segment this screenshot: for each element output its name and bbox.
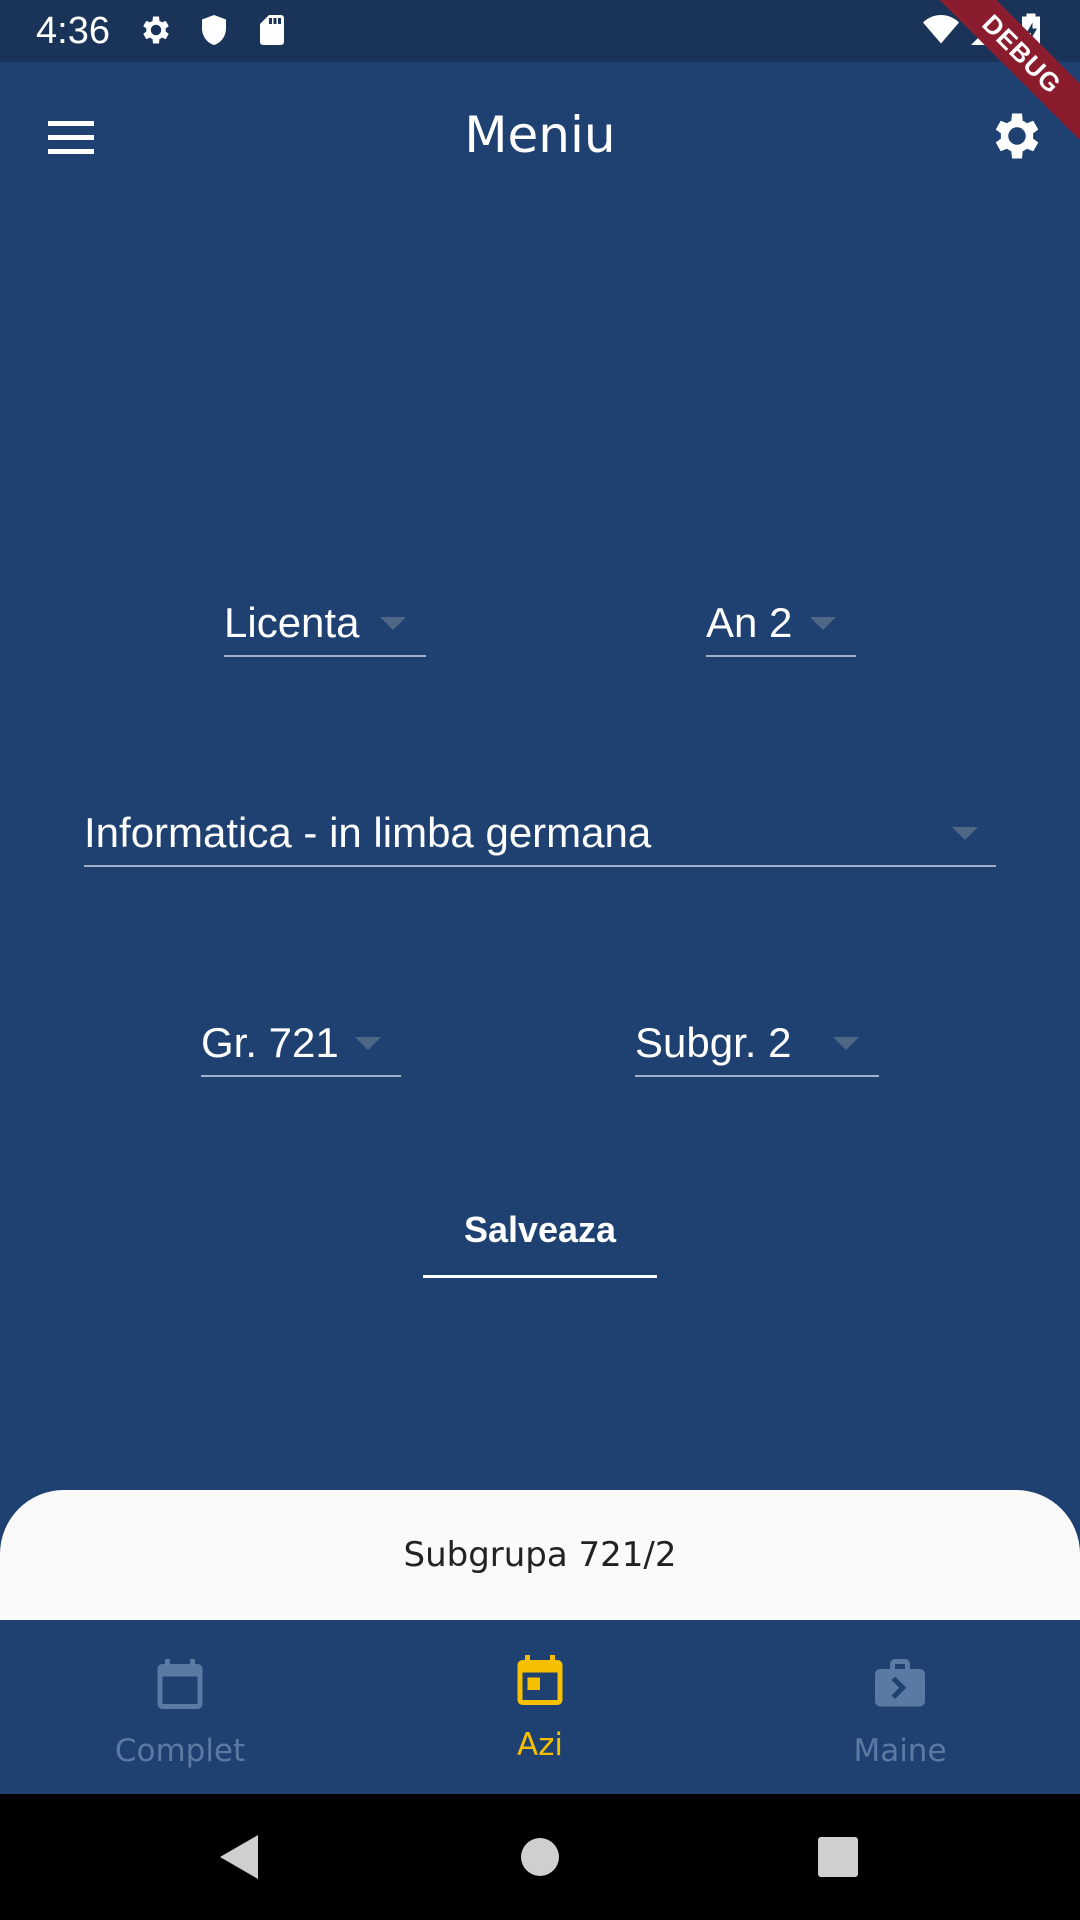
specialization-dropdown-value: Informatica - in limba germana: [84, 809, 652, 856]
briefcase-next-icon: [875, 1659, 925, 1707]
status-bar: 4:36 DEBUG: [0, 0, 1080, 153]
nav-item-maine[interactable]: Maine: [720, 1620, 1080, 1794]
year-dropdown-value: An 2: [706, 599, 793, 646]
group-dropdown[interactable]: Gr. 721: [201, 1005, 401, 1077]
bottom-sheet: Subgrupa 721/2: [0, 1490, 1080, 1620]
settings-gear-icon[interactable]: [987, 106, 1047, 166]
sd-card-icon: [260, 15, 284, 45]
bottom-navigation: Complet Azi Maine: [0, 1620, 1080, 1794]
back-icon[interactable]: [212, 1829, 268, 1885]
level-dropdown-value: Licenta: [224, 599, 360, 646]
nav-item-azi[interactable]: Azi: [360, 1620, 720, 1794]
selected-subgroup-label: Subgrupa 721/2: [403, 1535, 677, 1575]
subgroup-dropdown-value: Subgr. 2: [635, 1019, 792, 1066]
group-dropdown-value: Gr. 721: [201, 1019, 339, 1066]
nav-label-azi: Azi: [516, 1727, 564, 1763]
nav-label-complet: Complet: [114, 1733, 246, 1769]
nav-item-complet[interactable]: Complet: [0, 1620, 360, 1794]
specialization-dropdown[interactable]: Informatica - in limba germana: [84, 795, 996, 867]
wifi-icon: [923, 15, 959, 44]
save-button[interactable]: Salveaza: [423, 1190, 657, 1278]
chevron-down-icon: [380, 617, 406, 630]
chevron-down-icon: [810, 617, 836, 630]
level-dropdown[interactable]: Licenta: [224, 585, 426, 657]
year-dropdown[interactable]: An 2: [706, 585, 856, 657]
nav-label-maine: Maine: [853, 1733, 947, 1769]
app-bar: Meniu: [0, 62, 1080, 212]
subgroup-dropdown[interactable]: Subgr. 2: [635, 1005, 879, 1077]
recents-icon[interactable]: [810, 1829, 866, 1885]
system-navigation-bar: [0, 1794, 1080, 1920]
app-screen: 4:36 DEBUG Meniu Licenta An 2 Informatic…: [0, 0, 1080, 1920]
status-time: 4:36: [36, 10, 110, 52]
calendar-today-icon: [517, 1655, 563, 1705]
home-icon[interactable]: [512, 1829, 568, 1885]
page-title: Meniu: [464, 106, 616, 164]
chevron-down-icon: [952, 827, 978, 840]
chevron-down-icon: [833, 1037, 859, 1050]
calendar-icon: [157, 1659, 203, 1709]
gear-icon: [143, 16, 169, 44]
shield-icon: [202, 15, 226, 45]
chevron-down-icon: [355, 1037, 381, 1050]
